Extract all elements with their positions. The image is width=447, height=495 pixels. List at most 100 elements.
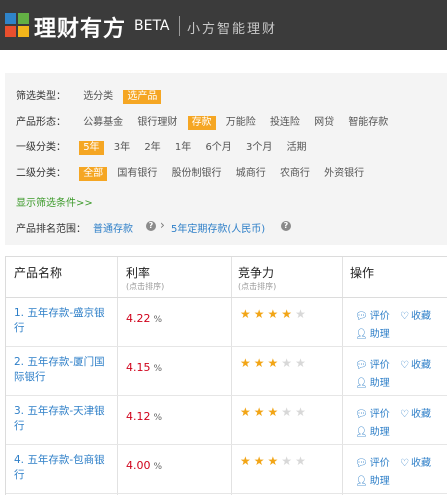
help-icon[interactable]: ?: [281, 221, 291, 231]
user-icon: 👤︎: [355, 329, 368, 340]
level2-option[interactable]: 农商行: [276, 167, 314, 181]
star-filled-icon: ★: [253, 405, 268, 419]
table-header: 产品名称 利率 (点击排序) 竞争力 (点击排序) 操作: [6, 257, 447, 298]
col-header-actions: 操作: [350, 266, 375, 280]
filter-row-form: 产品形态： 公募基金 银行理财 存款 万能险 投连险 网贷 智能存款: [16, 115, 395, 131]
favorite-button[interactable]: ♡ 收藏: [400, 307, 431, 322]
form-option[interactable]: 银行理财: [133, 116, 181, 130]
level1-option[interactable]: 活期: [283, 141, 311, 155]
form-option-selected[interactable]: 存款: [187, 116, 216, 130]
rate-value: 4.00%: [126, 459, 162, 472]
rate-sort-hint[interactable]: (点击排序): [126, 281, 164, 292]
form-option[interactable]: 智能存款: [344, 116, 392, 130]
level1-option[interactable]: 3年: [110, 141, 134, 155]
helper-label: 助理: [369, 427, 390, 438]
level2-option[interactable]: 国有银行: [113, 167, 161, 181]
review-button[interactable]: 💬︎ 评价: [355, 307, 390, 322]
star-filled-icon: ★: [267, 307, 282, 321]
star-filled-icon: ★: [240, 307, 254, 321]
filter-type-option-selected[interactable]: 选产品: [123, 90, 162, 104]
col-header-rate[interactable]: 利率: [126, 264, 150, 281]
product-name-link[interactable]: 4. 五年存款-包商银行: [14, 453, 114, 483]
favorite-button[interactable]: ♡ 收藏: [400, 454, 431, 469]
favorite-label: 收藏: [410, 409, 431, 420]
star-filled-icon: ★: [267, 405, 282, 419]
helper-label: 助理: [369, 329, 390, 340]
level2-option[interactable]: 城商行: [232, 167, 270, 181]
filter-panel: 筛选类型： 选分类 选产品 产品形态： 公募基金 银行理财 存款 万能险 投连险…: [5, 73, 447, 245]
review-button[interactable]: 💬︎ 评价: [355, 454, 390, 469]
rank-path-link[interactable]: 普通存款: [93, 220, 133, 235]
table-row: 1. 五年存款-盛京银行 4.22% ★★★★★ 💬︎ 评价 ♡ 收藏 👤︎ 助理: [6, 298, 447, 347]
star-empty-icon: ★: [295, 454, 309, 468]
brand-beta-badge: BETA: [134, 18, 170, 34]
comment-icon: 💬︎: [355, 311, 368, 322]
product-name-link[interactable]: 2. 五年存款-厦门国际银行: [14, 355, 114, 385]
level1-option-selected[interactable]: 5年: [79, 141, 104, 155]
filter-type-option[interactable]: 选分类: [79, 90, 117, 104]
table-row: 2. 五年存款-厦门国际银行 4.15% ★★★★★ 💬︎ 评价 ♡ 收藏 👤︎ 助理: [6, 347, 447, 396]
helper-button[interactable]: 👤︎ 助理: [355, 325, 390, 340]
heart-icon: ♡: [400, 360, 409, 371]
form-option[interactable]: 万能险: [222, 116, 260, 130]
favorite-button[interactable]: ♡ 收藏: [400, 405, 431, 420]
filter-form-label: 产品形态：: [16, 117, 66, 128]
level1-option[interactable]: 3个月: [242, 141, 276, 155]
rate-unit: %: [153, 315, 163, 325]
level2-option[interactable]: 外资银行: [320, 167, 368, 181]
form-option[interactable]: 公募基金: [79, 116, 127, 130]
level1-option[interactable]: 1年: [171, 141, 195, 155]
user-icon: 👤︎: [355, 476, 368, 487]
star-filled-icon: ★: [267, 454, 282, 468]
heart-icon: ♡: [400, 409, 409, 420]
review-button[interactable]: 💬︎ 评价: [355, 356, 390, 371]
show-filters-link[interactable]: 显示筛选条件>>: [16, 194, 93, 209]
filter-row-level2: 二级分类： 全部 国有银行 股份制银行 城商行 农商行 外资银行: [16, 166, 371, 182]
competitiveness-stars: ★★★★★: [240, 356, 309, 370]
form-option[interactable]: 投连险: [266, 116, 304, 130]
rank-path-link[interactable]: 5年定期存款(人民币): [171, 220, 265, 235]
helper-button[interactable]: 👤︎ 助理: [355, 374, 390, 389]
brand-slogan: 小方智能理财: [187, 22, 278, 37]
level1-option[interactable]: 6个月: [201, 141, 235, 155]
favorite-label: 收藏: [410, 311, 431, 322]
table-row: 3. 五年存款-天津银行 4.12% ★★★★★ 💬︎ 评价 ♡ 收藏 👤︎ 助理: [6, 396, 447, 445]
competitiveness-sort-hint[interactable]: (点击排序): [238, 281, 276, 292]
star-filled-icon: ★: [267, 356, 282, 370]
header-divider: [179, 16, 180, 36]
review-button[interactable]: 💬︎ 评价: [355, 405, 390, 420]
product-name-link[interactable]: 3. 五年存款-天津银行: [14, 404, 114, 434]
form-option[interactable]: 网贷: [310, 116, 338, 130]
level2-option-selected[interactable]: 全部: [79, 167, 108, 181]
helper-button[interactable]: 👤︎ 助理: [355, 472, 390, 487]
helper-button[interactable]: 👤︎ 助理: [355, 423, 390, 438]
favorite-label: 收藏: [410, 458, 431, 469]
competitiveness-stars: ★★★★★: [240, 405, 309, 419]
rate-unit: %: [153, 413, 163, 423]
rate-value: 4.12%: [126, 410, 162, 423]
competitiveness-stars: ★★★★★: [240, 454, 309, 468]
rate-number: 4.00: [126, 459, 151, 472]
filter-level1-label: 一级分类：: [16, 142, 66, 153]
rate-value: 4.15%: [126, 361, 162, 374]
help-icon[interactable]: ?: [146, 221, 156, 231]
col-header-competitiveness[interactable]: 竞争力: [238, 264, 274, 281]
level1-option[interactable]: 2年: [140, 141, 164, 155]
level2-option[interactable]: 股份制银行: [168, 167, 226, 181]
rate-number: 4.12: [126, 410, 151, 423]
review-label: 评价: [369, 360, 390, 371]
heart-icon: ♡: [400, 311, 409, 322]
user-icon: 👤︎: [355, 378, 368, 389]
favorite-button[interactable]: ♡ 收藏: [400, 356, 431, 371]
star-empty-icon: ★: [295, 405, 309, 419]
review-label: 评价: [369, 311, 390, 322]
star-empty-icon: ★: [295, 307, 309, 321]
star-filled-icon: ★: [240, 405, 254, 419]
star-filled-icon: ★: [240, 454, 254, 468]
competitiveness-stars: ★★★★★: [240, 307, 309, 321]
helper-label: 助理: [369, 378, 390, 389]
rank-range-label: 产品排名范围：: [16, 224, 86, 235]
product-name-link[interactable]: 1. 五年存款-盛京银行: [14, 306, 114, 336]
filter-level2-label: 二级分类：: [16, 168, 66, 179]
brand-name[interactable]: 理财有方: [34, 11, 126, 43]
